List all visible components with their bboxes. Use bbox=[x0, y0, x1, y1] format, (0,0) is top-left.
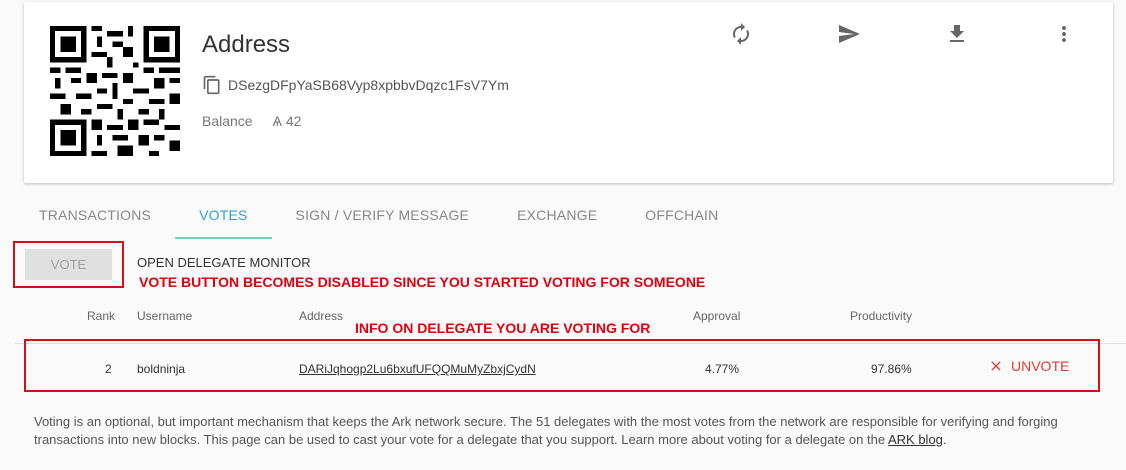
row-address: DARiJqhogp2Lu6bxufUFQQMuMyZbxjCydN bbox=[299, 362, 536, 376]
wallet-tabs: TRANSACTIONS VOTES SIGN / VERIFY MESSAGE… bbox=[15, 199, 742, 239]
wallet-balance: Balance Ѧ 42 bbox=[202, 113, 301, 129]
column-header-username: Username bbox=[137, 309, 193, 323]
qr-code-icon bbox=[50, 26, 180, 156]
wallet-address-row: DSezgDFpYaSB68Vyp8xpbbvDqzc1FsV7Ym bbox=[202, 74, 509, 96]
download-button[interactable] bbox=[945, 22, 969, 46]
unvote-button[interactable]: UNVOTE bbox=[988, 358, 1069, 374]
wallet-title: Address bbox=[202, 31, 291, 58]
wallet-address: DSezgDFpYaSB68Vyp8xpbbvDqzc1FsV7Ym bbox=[228, 77, 509, 93]
voting-info-end: . bbox=[942, 432, 947, 447]
column-header-productivity: Productivity bbox=[850, 309, 913, 323]
row-productivity: 97.86% bbox=[871, 362, 912, 376]
close-icon bbox=[991, 361, 1001, 371]
send-button[interactable] bbox=[837, 22, 861, 46]
more-menu-button[interactable] bbox=[1052, 22, 1076, 46]
open-delegate-monitor-link[interactable]: OPEN DELEGATE MONITOR bbox=[137, 255, 311, 270]
row-approval: 4.77% bbox=[705, 362, 740, 376]
send-icon bbox=[839, 25, 860, 43]
tab-votes[interactable]: VOTES bbox=[175, 199, 273, 239]
vote-button[interactable]: VOTE bbox=[25, 249, 112, 280]
info-annotation: INFO ON DELEGATE YOU ARE VOTING FOR bbox=[355, 320, 651, 336]
row-username: boldninja bbox=[137, 362, 186, 376]
column-header-rank: Rank bbox=[87, 309, 116, 323]
unvote-label: UNVOTE bbox=[1011, 358, 1070, 374]
wallet-card: Address DSezgDFpYaSB68Vyp8xpbbvDqzc1FsV7… bbox=[24, 2, 1113, 183]
download-icon bbox=[950, 25, 964, 42]
balance-label: Balance bbox=[202, 113, 253, 129]
tab-sign-verify-message[interactable]: SIGN / VERIFY MESSAGE bbox=[272, 199, 494, 239]
copy-icon[interactable] bbox=[202, 74, 222, 96]
delegate-address-link[interactable]: DARiJqhogp2Lu6bxufUFQQMuMyZbxjCydN bbox=[299, 362, 536, 376]
ark-blog-link[interactable]: ARK blog bbox=[888, 432, 943, 447]
column-header-approval: Approval bbox=[693, 309, 741, 323]
voting-info-text: Voting is an optional, but important mec… bbox=[34, 413, 1104, 449]
more-vert-icon bbox=[1062, 26, 1066, 42]
refresh-icon bbox=[733, 23, 749, 45]
refresh-button[interactable] bbox=[729, 22, 753, 46]
tab-transactions[interactable]: TRANSACTIONS bbox=[15, 199, 175, 239]
vote-button-highlight: VOTE bbox=[13, 241, 124, 288]
tab-exchange[interactable]: EXCHANGE bbox=[493, 199, 621, 239]
tab-offchain[interactable]: OFFCHAIN bbox=[621, 199, 742, 239]
delegate-row-highlight bbox=[24, 339, 1100, 392]
balance-value: Ѧ 42 bbox=[272, 113, 302, 129]
column-header-address: Address bbox=[299, 309, 344, 323]
row-rank: 2 bbox=[105, 362, 112, 376]
vote-annotation: VOTE BUTTON BECOMES DISABLED SINCE YOU S… bbox=[139, 274, 706, 290]
